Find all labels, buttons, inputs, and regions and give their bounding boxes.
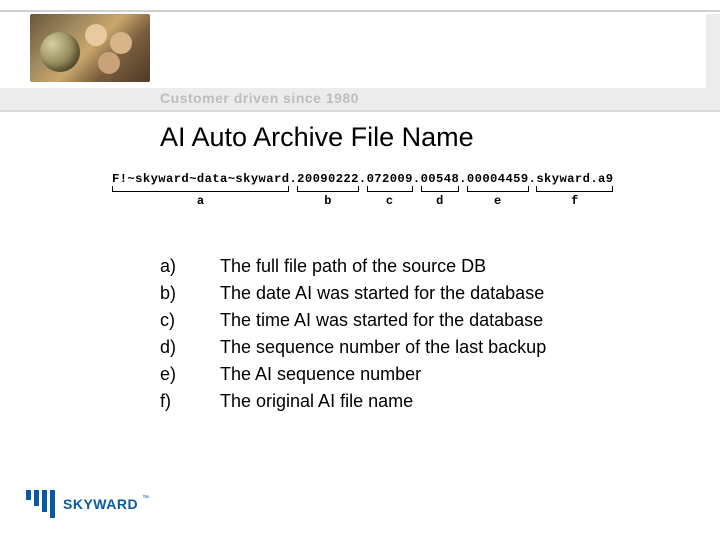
top-strip — [0, 0, 720, 10]
filename-seg-d: 00548 d — [421, 172, 460, 190]
filename-seg-f-text: skyward.a9 — [536, 172, 613, 186]
divider-below-header — [0, 110, 720, 112]
person-icon — [110, 32, 132, 54]
definitions-list: a) The full file path of the source DB b… — [160, 256, 546, 418]
dot: . — [359, 172, 367, 186]
dot: . — [529, 172, 537, 186]
def-text: The original AI file name — [220, 391, 413, 412]
filename-seg-d-text: 00548 — [421, 172, 460, 186]
def-label: d) — [160, 337, 220, 358]
def-label: a) — [160, 256, 220, 277]
filename-letter-b: b — [324, 194, 332, 208]
def-row-d: d) The sequence number of the last backu… — [160, 337, 546, 358]
filename-seg-f: skyward.a9 f — [536, 172, 613, 190]
globe-icon — [40, 32, 80, 72]
filename-seg-b: 20090222 b — [297, 172, 359, 190]
header-right-cap — [706, 14, 720, 88]
def-label: e) — [160, 364, 220, 385]
skyward-logo: SKYWARD ™ — [26, 490, 149, 518]
dot: . — [289, 172, 297, 186]
tagline: Customer driven since 1980 — [160, 90, 359, 106]
logo-stripes-icon — [26, 490, 55, 518]
filename-letter-d: d — [436, 194, 444, 208]
def-text: The time AI was started for the database — [220, 310, 543, 331]
def-text: The date AI was started for the database — [220, 283, 544, 304]
filename-seg-a-text: F!~skyward~data~skyward — [112, 172, 289, 186]
header-photo — [30, 14, 150, 82]
def-text: The AI sequence number — [220, 364, 421, 385]
dot: . — [413, 172, 421, 186]
divider-top — [0, 10, 720, 12]
filename-seg-e-text: 00004459 — [467, 172, 529, 186]
def-row-c: c) The time AI was started for the datab… — [160, 310, 546, 331]
trademark-icon: ™ — [142, 495, 149, 502]
filename-seg-e: 00004459 e — [467, 172, 529, 190]
filename-letter-f: f — [571, 194, 579, 208]
def-row-a: a) The full file path of the source DB — [160, 256, 546, 277]
filename-seg-c-text: 072009 — [367, 172, 413, 186]
filename-breakdown: F!~skyward~data~skyward a . 20090222 b .… — [112, 172, 632, 190]
person-icon — [85, 24, 107, 46]
filename-letter-e: e — [494, 194, 502, 208]
def-label: f) — [160, 391, 220, 412]
header-sub-band: Customer driven since 1980 — [0, 88, 720, 110]
page-title: AI Auto Archive File Name — [160, 122, 474, 153]
logo-word: SKYWARD — [63, 496, 138, 512]
def-label: c) — [160, 310, 220, 331]
def-label: b) — [160, 283, 220, 304]
filename-seg-a: F!~skyward~data~skyward a — [112, 172, 289, 190]
person-icon — [98, 52, 120, 74]
def-text: The sequence number of the last backup — [220, 337, 546, 358]
def-row-f: f) The original AI file name — [160, 391, 546, 412]
filename-seg-c: 072009 c — [367, 172, 413, 190]
filename-seg-b-text: 20090222 — [297, 172, 359, 186]
def-row-b: b) The date AI was started for the datab… — [160, 283, 546, 304]
dot: . — [459, 172, 467, 186]
def-text: The full file path of the source DB — [220, 256, 486, 277]
filename-letter-a: a — [197, 194, 205, 208]
filename-letter-c: c — [386, 194, 394, 208]
def-row-e: e) The AI sequence number — [160, 364, 546, 385]
